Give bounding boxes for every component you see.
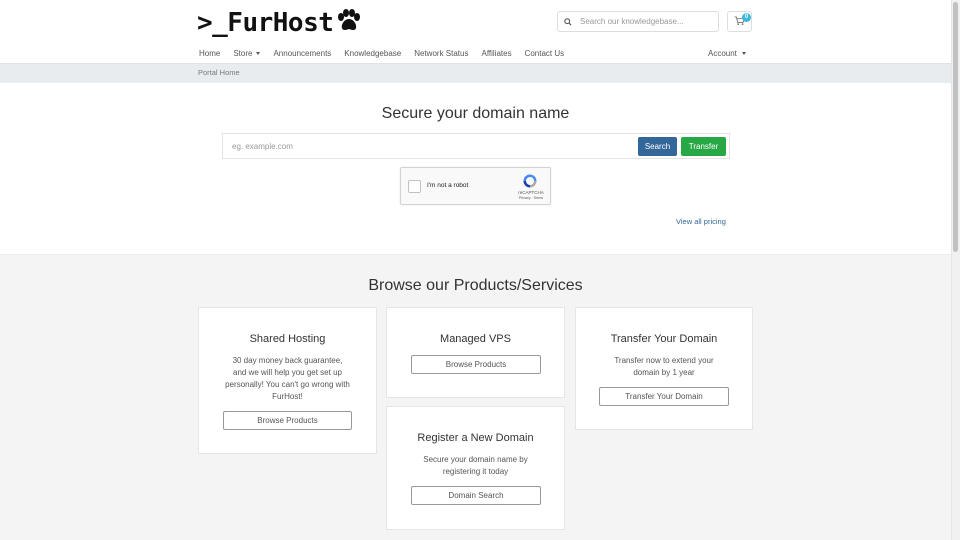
- main-nav: Home Store Announcements Knowledgebase N…: [198, 44, 576, 62]
- page-scrollbar-thumb[interactable]: [953, 2, 958, 252]
- knowledgebase-search: [557, 11, 719, 32]
- site-header: >_FurHost 0 Home Store Announcements Kno…: [0, 0, 951, 63]
- recaptcha-brand: reCAPTCHA: [518, 190, 544, 195]
- recaptcha-logo-icon: [523, 174, 537, 188]
- products-section: Browse our Products/Services Shared Host…: [0, 254, 951, 540]
- nav-item-announcements[interactable]: Announcements: [272, 49, 332, 58]
- card-description: Transfer now to extend your domain by 1 …: [614, 356, 714, 377]
- nav-item-label: Home: [199, 48, 221, 58]
- nav-item-label: Announcements: [273, 48, 332, 58]
- card-description: Secure your domain name by registering i…: [423, 455, 528, 476]
- nav-item-label: Affiliates: [481, 48, 512, 58]
- transfer-your-domain-button[interactable]: Transfer Your Domain: [599, 387, 729, 406]
- recaptcha-terms[interactable]: Privacy - Terms: [513, 196, 549, 200]
- card-title: Register a New Domain: [417, 432, 534, 444]
- breadcrumb-portal-home[interactable]: Portal Home: [198, 68, 240, 77]
- card-title: Shared Hosting: [249, 333, 326, 345]
- caret-down-icon: [741, 51, 746, 55]
- paw-icon: [338, 9, 361, 30]
- nav-item-contact-us[interactable]: Contact Us: [524, 49, 566, 58]
- domain-search-button-card[interactable]: Domain Search: [411, 486, 541, 505]
- product-card-managed-vps: Managed VPS Browse Products: [386, 307, 565, 398]
- cart-count-badge: 0: [742, 13, 751, 22]
- card-description: 30 day money back guarantee, and we will…: [225, 356, 350, 401]
- view-all-pricing-link[interactable]: View all pricing: [676, 217, 726, 226]
- card-title: Transfer Your Domain: [610, 333, 718, 345]
- domain-search-title: Secure your domain name: [381, 105, 570, 122]
- browse-products-button[interactable]: Browse Products: [411, 355, 541, 374]
- site-logo[interactable]: >_FurHost: [197, 7, 361, 39]
- nav-item-knowledgebase[interactable]: Knowledgebase: [343, 49, 402, 58]
- recaptcha-label: I'm not a robot: [427, 182, 469, 189]
- nav-item-affiliates[interactable]: Affiliates: [480, 49, 512, 58]
- product-card-transfer-domain: Transfer Your Domain Transfer now to ext…: [575, 307, 753, 430]
- domain-input[interactable]: [223, 134, 633, 158]
- logo-text: >_FurHost: [197, 8, 334, 38]
- breadcrumb-bar: Portal Home: [0, 63, 951, 83]
- search-icon: [558, 12, 578, 31]
- product-card-register-domain: Register a New Domain Secure your domain…: [386, 406, 565, 530]
- cart-button[interactable]: 0: [727, 11, 752, 32]
- nav-account-label: Account: [708, 48, 737, 58]
- nav-item-label: Store: [233, 48, 253, 58]
- domain-search-section: Secure your domain name Search Transfer …: [0, 83, 951, 254]
- product-card-shared-hosting: Shared Hosting 30 day money back guarant…: [198, 307, 377, 454]
- recaptcha-widget: I'm not a robot reCAPTCHA Privacy - Term…: [400, 167, 551, 205]
- nav-item-label: Knowledgebase: [344, 48, 402, 58]
- knowledgebase-search-input[interactable]: [578, 13, 713, 30]
- card-title: Managed VPS: [440, 333, 511, 345]
- nav-item-home[interactable]: Home: [198, 49, 221, 58]
- recaptcha-checkbox[interactable]: [408, 180, 421, 193]
- nav-item-label: Network Status: [414, 48, 469, 58]
- products-title: Browse our Products/Services: [368, 277, 583, 294]
- browse-products-button[interactable]: Browse Products: [223, 411, 352, 430]
- domain-search-form: Search Transfer: [222, 133, 730, 159]
- nav-item-store[interactable]: Store: [232, 49, 261, 58]
- nav-item-label: Contact Us: [524, 48, 565, 58]
- nav-item-network-status[interactable]: Network Status: [413, 49, 469, 58]
- nav-item-account[interactable]: Account: [708, 44, 746, 62]
- domain-search-button[interactable]: Search: [638, 137, 677, 156]
- caret-down-icon: [256, 51, 261, 55]
- domain-transfer-button[interactable]: Transfer: [681, 137, 726, 156]
